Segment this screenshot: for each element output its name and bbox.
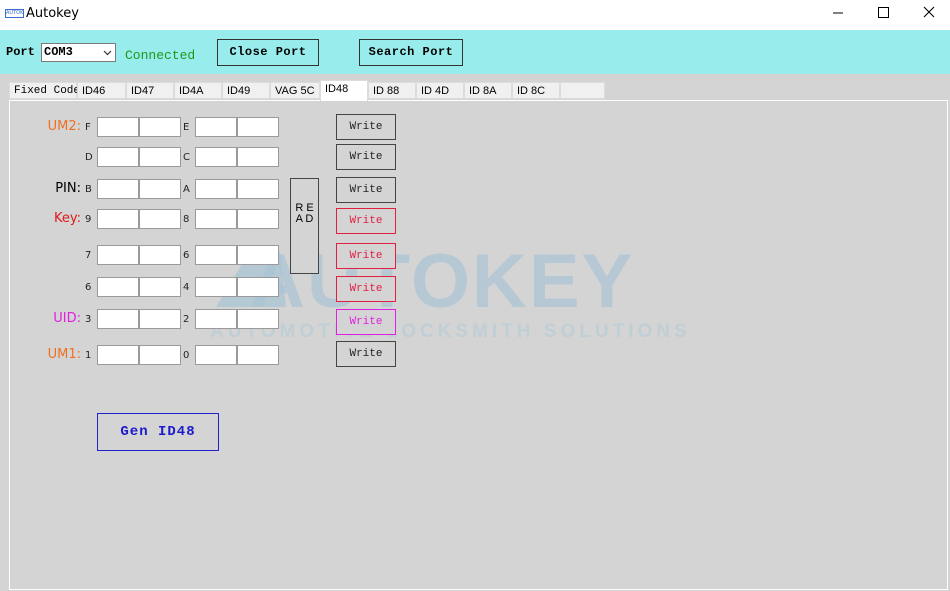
byte-input[interactable] — [97, 209, 139, 229]
tab-id48[interactable]: ID48 — [320, 80, 368, 101]
byte-input[interactable] — [139, 277, 181, 297]
byte-label-right: C — [183, 152, 190, 163]
write-button[interactable]: Write — [336, 114, 396, 140]
byte-input[interactable] — [97, 179, 139, 199]
write-button[interactable]: Write — [336, 208, 396, 234]
tab-id-4d[interactable]: ID 4D — [416, 82, 464, 99]
port-select[interactable]: COM3 — [41, 43, 116, 62]
write-button[interactable]: Write — [336, 177, 396, 203]
byte-input[interactable] — [237, 277, 279, 297]
byte-input[interactable] — [195, 179, 237, 199]
byte-input[interactable] — [237, 245, 279, 265]
write-button[interactable]: Write — [336, 243, 396, 269]
byte-label-right: 8 — [183, 214, 190, 225]
port-select-value: COM3 — [44, 45, 73, 59]
byte-label-right: E — [183, 122, 190, 133]
byte-input[interactable] — [139, 209, 181, 229]
chevron-down-icon — [103, 50, 112, 56]
port-label: Port — [6, 45, 35, 59]
tab-fixed-code[interactable]: Fixed Code — [9, 82, 80, 99]
write-button[interactable]: Write — [336, 309, 396, 335]
close-icon[interactable] — [906, 0, 950, 28]
connection-status: Connected — [125, 48, 196, 63]
byte-input[interactable] — [195, 345, 237, 365]
byte-label-left: 7 — [85, 250, 92, 261]
byte-input[interactable] — [139, 245, 181, 265]
byte-label-right: 0 — [183, 350, 190, 361]
byte-label-left: D — [85, 152, 93, 163]
byte-label-left: 6 — [85, 282, 92, 293]
byte-input[interactable] — [237, 345, 279, 365]
row-label: UID: — [53, 311, 81, 326]
tab-id-88[interactable]: ID 88 — [368, 82, 416, 99]
app-logo-icon: AUTOKEY — [5, 9, 24, 18]
byte-input[interactable] — [237, 147, 279, 167]
window-title: Autokey — [26, 6, 79, 21]
row-label: Key: — [53, 211, 81, 226]
byte-input[interactable] — [195, 245, 237, 265]
byte-input[interactable] — [97, 309, 139, 329]
row-label: UM2: — [47, 119, 81, 134]
maximize-icon[interactable] — [860, 0, 906, 28]
byte-label-left: F — [85, 122, 91, 133]
byte-input[interactable] — [97, 277, 139, 297]
tab-empty-space — [560, 82, 605, 99]
byte-input[interactable] — [97, 245, 139, 265]
byte-input[interactable] — [237, 309, 279, 329]
byte-input[interactable] — [195, 147, 237, 167]
byte-input[interactable] — [97, 147, 139, 167]
write-button[interactable]: Write — [336, 341, 396, 367]
row-label: UM1: — [47, 347, 81, 362]
tab-id46[interactable]: ID46 — [77, 82, 126, 99]
tab-vag-5c[interactable]: VAG 5C — [270, 82, 320, 99]
byte-label-left: 3 — [85, 314, 92, 325]
byte-input[interactable] — [139, 147, 181, 167]
byte-input[interactable] — [139, 309, 181, 329]
byte-input[interactable] — [195, 277, 237, 297]
byte-label-right: 4 — [183, 282, 190, 293]
byte-input[interactable] — [237, 117, 279, 137]
byte-label-right: 2 — [183, 314, 190, 325]
byte-input[interactable] — [139, 117, 181, 137]
id48-panel: AUTOKEY AUTOMOTIVE LOCKSMITH SOLUTIONS U… — [9, 100, 948, 590]
search-port-button[interactable]: Search Port — [359, 39, 463, 66]
byte-label-left: 1 — [85, 350, 92, 361]
minimize-icon[interactable] — [814, 0, 860, 28]
write-button[interactable]: Write — [336, 276, 396, 302]
byte-input[interactable] — [139, 345, 181, 365]
byte-input[interactable] — [237, 209, 279, 229]
byte-label-right: A — [183, 184, 190, 195]
tab-id-8c[interactable]: ID 8C — [512, 82, 560, 99]
byte-label-right: 6 — [183, 250, 190, 261]
byte-input[interactable] — [237, 179, 279, 199]
tab-id47[interactable]: ID47 — [126, 82, 174, 99]
watermark-tagline: AUTOMOTIVE LOCKSMITH SOLUTIONS — [210, 321, 691, 342]
byte-input[interactable] — [195, 117, 237, 137]
byte-input[interactable] — [97, 345, 139, 365]
toolbar: Port COM3 Connected Close Port Search Po… — [0, 30, 950, 74]
byte-label-left: 9 — [85, 214, 92, 225]
tab-bar: Fixed Code ID46 ID47 ID4A ID49 VAG 5C ID… — [9, 80, 605, 101]
tab-id-8a[interactable]: ID 8A — [464, 82, 512, 99]
gen-id48-button[interactable]: Gen ID48 — [97, 413, 219, 451]
read-button-label: R E A D — [295, 202, 314, 225]
tab-id49[interactable]: ID49 — [222, 82, 270, 99]
tab-id4a[interactable]: ID4A — [174, 82, 222, 99]
read-button[interactable]: R E A D — [290, 178, 319, 274]
byte-input[interactable] — [97, 117, 139, 137]
row-label: PIN: — [55, 181, 81, 196]
close-port-button[interactable]: Close Port — [217, 39, 319, 66]
byte-label-left: B — [85, 184, 92, 195]
byte-input[interactable] — [139, 179, 181, 199]
byte-input[interactable] — [195, 309, 237, 329]
byte-input[interactable] — [195, 209, 237, 229]
write-button[interactable]: Write — [336, 144, 396, 170]
title-bar: AUTOKEY Autokey — [0, 0, 950, 30]
